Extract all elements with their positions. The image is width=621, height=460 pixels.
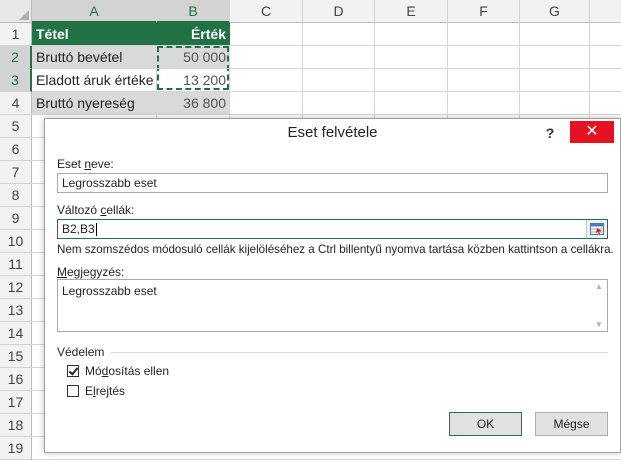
- cancel-button[interactable]: Mégse: [535, 412, 608, 436]
- label-text: E: [85, 384, 94, 398]
- protection-divider: [111, 352, 608, 353]
- row-header-3[interactable]: 3: [0, 69, 32, 92]
- hide-label: Elrejtés: [85, 384, 125, 398]
- row-header-19[interactable]: 19: [0, 437, 32, 460]
- scenario-name-input[interactable]: [57, 173, 608, 193]
- protection-group-title: Védelem: [57, 345, 105, 359]
- ok-button[interactable]: OK: [449, 412, 522, 436]
- changing-cells-value: B2,B3: [62, 222, 95, 236]
- row-header-12[interactable]: 12: [0, 276, 32, 299]
- cell-a3[interactable]: Eladott áruk értéke: [32, 69, 157, 92]
- grid-line: [32, 114, 621, 115]
- column-header-a[interactable]: A: [32, 0, 157, 23]
- row-header-18[interactable]: 18: [0, 414, 32, 437]
- add-scenario-dialog: Eset felvétele ? ✕ Eset neve: Változó ce…: [44, 118, 621, 453]
- column-header-b[interactable]: B: [157, 0, 230, 23]
- help-icon[interactable]: ?: [538, 121, 562, 145]
- select-all-corner[interactable]: [0, 0, 32, 23]
- label-text: osítás ellen: [108, 364, 170, 378]
- row-header-11[interactable]: 11: [0, 253, 32, 276]
- cell-b1[interactable]: Érték: [157, 23, 230, 46]
- range-selector-button[interactable]: [586, 220, 607, 238]
- row-header-17[interactable]: 17: [0, 391, 32, 414]
- cell-a4[interactable]: Bruttó nyereség: [32, 92, 157, 115]
- label-text: rejtés: [95, 384, 126, 398]
- label-text: ellák:: [106, 203, 135, 217]
- row-header-1[interactable]: 1: [0, 23, 32, 46]
- grid-line: [32, 68, 621, 69]
- scenario-name-label: Eset neve:: [57, 157, 114, 171]
- row-header-15[interactable]: 15: [0, 345, 32, 368]
- row-header-2[interactable]: 2: [0, 46, 32, 69]
- row-header-9[interactable]: 9: [0, 207, 32, 230]
- prevent-changes-checkbox[interactable]: Módosítás ellen: [67, 364, 169, 378]
- label-text: Mó: [85, 364, 102, 378]
- checkbox-unchecked-icon: [67, 385, 79, 397]
- label-text: Eset: [57, 157, 85, 171]
- row-header-8[interactable]: 8: [0, 184, 32, 207]
- column-header-partial: [590, 0, 621, 23]
- non-adjacent-hint: Nem szomszédos módosuló cellák kijelölés…: [57, 243, 614, 256]
- column-header-d[interactable]: D: [303, 0, 375, 23]
- cell-a2[interactable]: Bruttó bevétel: [32, 46, 157, 69]
- close-button[interactable]: ✕: [570, 121, 614, 143]
- row-header-7[interactable]: 7: [0, 161, 32, 184]
- close-icon: ✕: [585, 123, 599, 140]
- changing-cells-input[interactable]: B2,B3: [57, 219, 608, 239]
- label-text: eve:: [91, 157, 114, 171]
- prevent-changes-label: Módosítás ellen: [85, 364, 169, 378]
- column-header-f[interactable]: F: [448, 0, 520, 23]
- scroll-down-icon[interactable]: ▼: [595, 320, 603, 329]
- column-header-g[interactable]: G: [520, 0, 590, 23]
- row-header-14[interactable]: 14: [0, 322, 32, 345]
- changing-cells-label: Változó cellák:: [57, 203, 134, 217]
- cell-a1[interactable]: Tétel: [32, 23, 157, 46]
- comment-scrollbar[interactable]: ▲ ▼: [593, 282, 605, 329]
- row-header-16[interactable]: 16: [0, 368, 32, 391]
- cell-b4[interactable]: 36 800: [157, 92, 230, 115]
- label-text: egjegyzés:: [67, 265, 125, 279]
- row-header-5[interactable]: 5: [0, 115, 32, 138]
- scroll-up-icon[interactable]: ▲: [595, 282, 603, 291]
- label-text: Változó: [57, 203, 101, 217]
- row-header-13[interactable]: 13: [0, 299, 32, 322]
- dialog-title: Eset felvétele: [287, 124, 378, 141]
- select-all-triangle-icon: [19, 10, 29, 20]
- label-accelerator: M: [57, 265, 67, 279]
- comment-value: Legrosszabb eset: [62, 284, 157, 298]
- column-header-e[interactable]: E: [375, 0, 448, 23]
- grid-line: [32, 91, 621, 92]
- row-header-6[interactable]: 6: [0, 138, 32, 161]
- text-caret: [95, 223, 97, 237]
- column-header-c[interactable]: C: [230, 0, 303, 23]
- collapse-dialog-icon: [590, 223, 604, 235]
- checkbox-checked-icon: [67, 365, 79, 377]
- grid-line: [32, 45, 621, 46]
- hide-checkbox[interactable]: Elrejtés: [67, 384, 125, 398]
- row-header-10[interactable]: 10: [0, 230, 32, 253]
- comment-textarea[interactable]: Legrosszabb eset ▲ ▼: [57, 279, 608, 332]
- row-header-4[interactable]: 4: [0, 92, 32, 115]
- comment-label: Megjegyzés:: [57, 265, 124, 279]
